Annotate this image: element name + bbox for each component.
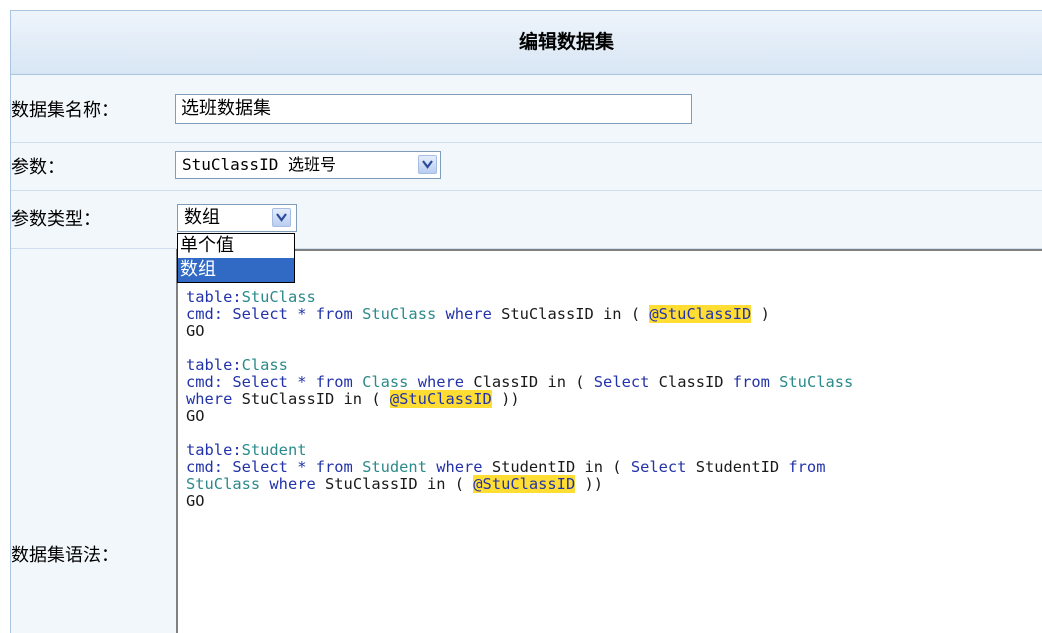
code-line: table:Student [186, 441, 306, 459]
param-token: @StuClassID [649, 305, 752, 323]
code-token: where [186, 390, 242, 408]
param-type-select[interactable]: 数组 [177, 204, 297, 232]
code-token: StuClass [241, 288, 316, 306]
code-token: GO [186, 492, 205, 510]
code-token: StuClass [186, 475, 261, 493]
code-token: cmd: Select * [186, 373, 316, 391]
code-token: )) [575, 475, 604, 493]
code-token: table: [186, 288, 242, 306]
code-token: StuClass [362, 305, 437, 323]
code-token: from [315, 458, 353, 476]
code-token: from [732, 373, 780, 391]
code-token: ) [751, 305, 770, 323]
param-type-label: 参数类型： [11, 209, 101, 230]
code-token: from [315, 373, 353, 391]
code-line: cmd: Select * from StuClass where StuCla… [186, 305, 770, 323]
param-row [11, 143, 1042, 191]
code-token: StuClassID in ( [241, 390, 390, 408]
param-type-row [11, 191, 1042, 249]
code-token: where [260, 475, 326, 493]
param-type-select-value: 数组 [184, 207, 220, 228]
param-select-value: StuClassID 选班号 [182, 155, 336, 174]
code-token: from [315, 305, 353, 323]
code-line: GO [186, 407, 205, 425]
code-line: cmd: Select * from Student where Student… [186, 458, 825, 476]
param-token: @StuClassID [473, 475, 576, 493]
code-line: cmd: Select * from Class where ClassID i… [186, 373, 853, 391]
dataset-name-input[interactable]: 选班数据集 [175, 94, 692, 124]
name-label: 数据集名称： [11, 100, 119, 121]
code-token: StudentID in ( [491, 458, 631, 476]
code-token: GO [186, 322, 205, 340]
code-token: StuClassID in ( [501, 305, 650, 323]
code-line: GO [186, 492, 205, 510]
code-token: Class [241, 356, 288, 374]
option-single-value[interactable]: 单个值 [178, 234, 294, 258]
code-token: StuClass [779, 373, 854, 391]
code-token: Student [362, 458, 427, 476]
code-token: cmd: Select * [186, 305, 316, 323]
code-token: from [788, 458, 826, 476]
code-token: Select [630, 458, 696, 476]
code-token: )) [491, 390, 520, 408]
code-token: where [408, 373, 474, 391]
param-label: 参数： [11, 157, 65, 178]
code-token: Class [362, 373, 409, 391]
code-line: table:Class [186, 356, 288, 374]
code-token: table: [186, 441, 242, 459]
syntax-label: 数据集语法： [11, 545, 119, 566]
code-token: where [436, 305, 502, 323]
page-title: 编辑数据集 [518, 31, 614, 53]
code-token: GO [186, 407, 205, 425]
param-type-dropdown-list[interactable]: 单个值 数组 [177, 233, 295, 283]
syntax-code: table:StuClass cmd: Select * from StuCla… [186, 289, 853, 510]
code-token: where [426, 458, 492, 476]
code-token: Student [241, 441, 307, 459]
code-token: ClassID [658, 373, 733, 391]
code-token: Select [593, 373, 659, 391]
code-token: cmd: Select * [186, 458, 316, 476]
dataset-syntax-textarea[interactable]: table:StuClass cmd: Select * from StuCla… [176, 249, 1042, 633]
code-token: table: [186, 356, 242, 374]
code-token: ClassID in ( [473, 373, 594, 391]
chevron-down-icon[interactable] [272, 208, 291, 227]
chevron-down-icon[interactable] [418, 155, 437, 174]
code-line: where StuClassID in ( @StuClassID )) [186, 390, 520, 408]
code-line: table:StuClass [186, 288, 316, 306]
param-token: @StuClassID [389, 390, 492, 408]
code-token: StudentID [695, 458, 789, 476]
code-token: StuClassID in ( [325, 475, 474, 493]
code-line: GO [186, 322, 205, 340]
code-line: StuClass where StuClassID in ( @StuClass… [186, 475, 603, 493]
syntax-label-cell [11, 249, 176, 633]
header-bar: 编辑数据集 [11, 11, 1042, 75]
option-array[interactable]: 数组 [178, 258, 294, 282]
param-select[interactable]: StuClassID 选班号 [175, 151, 441, 179]
